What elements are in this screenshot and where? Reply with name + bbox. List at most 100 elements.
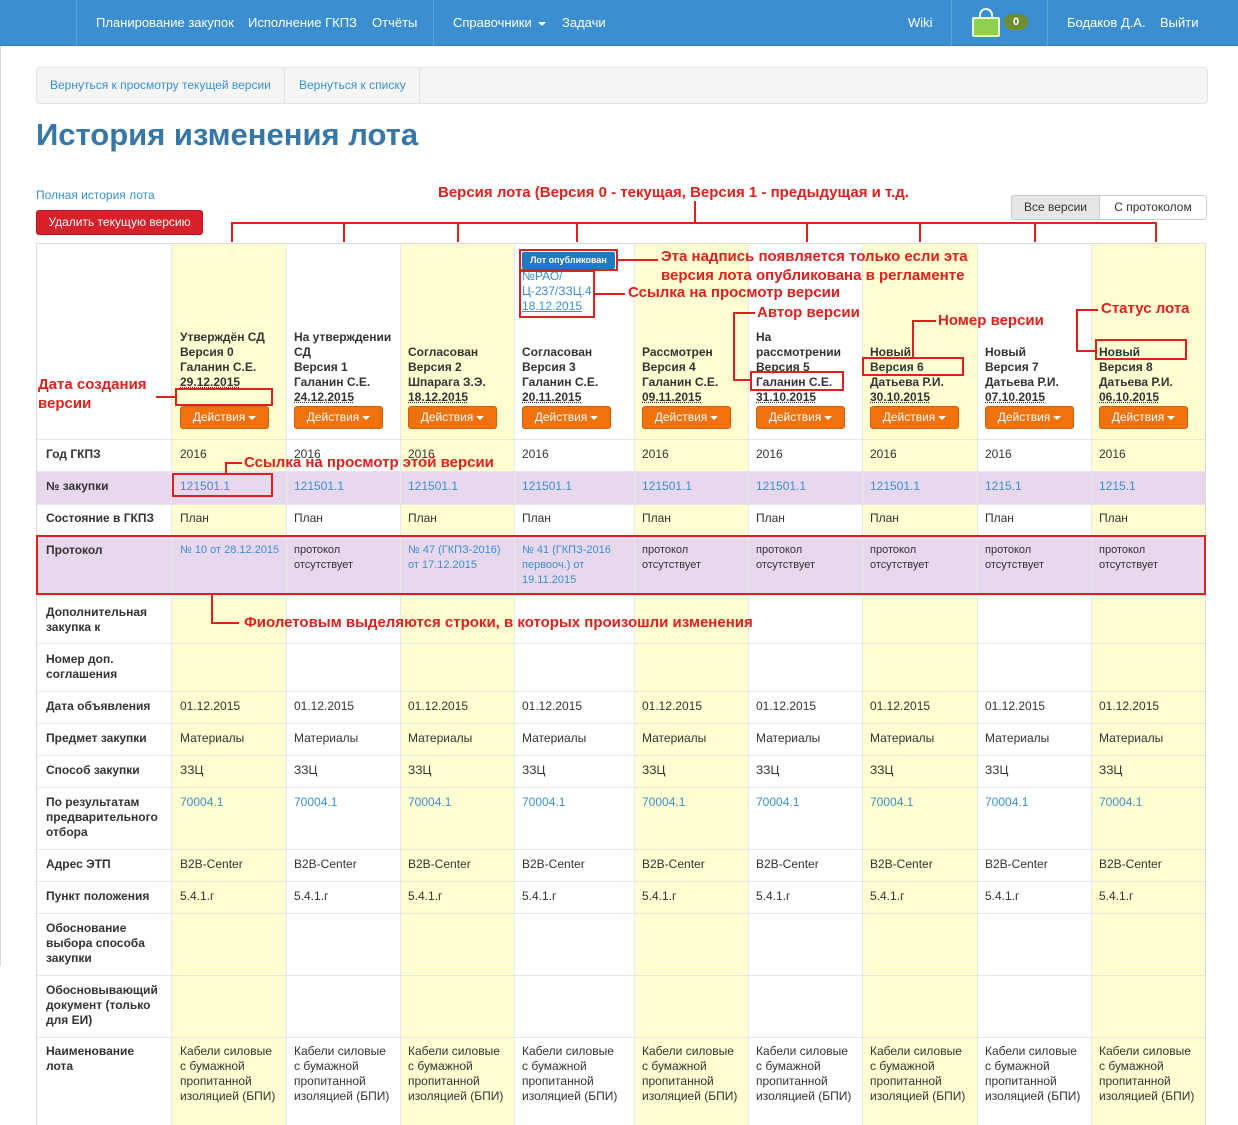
version-number: Версия 0 — [180, 345, 234, 359]
cell-method: ЗЗЦ — [522, 763, 546, 777]
grid-line — [171, 244, 172, 1125]
annotation-box — [1095, 339, 1187, 360]
cell-preselection[interactable]: 70004.1 — [522, 795, 622, 810]
grid-line — [514, 244, 515, 1125]
cell-purchase-no[interactable]: 1215.1 — [1099, 479, 1199, 494]
actions-button-label: Действия — [306, 410, 360, 424]
cell-year: 2016 — [985, 447, 1012, 461]
back-to-current-version-link[interactable]: Вернуться к просмотру текущей версии — [37, 68, 285, 103]
version-date[interactable]: 30.10.2015 — [870, 390, 930, 404]
cell-subject: Материалы — [985, 731, 1050, 745]
cell-preselection[interactable]: 70004.1 — [294, 795, 394, 810]
cell-purchase-no[interactable]: 121501.1 — [522, 479, 622, 494]
back-to-list-link[interactable]: Вернуться к списку — [286, 68, 420, 103]
cell-purchase-no[interactable]: 1215.1 — [985, 479, 1085, 494]
cell-state: План — [870, 511, 899, 525]
annotation-row-link: Ссылка на просмотр этой версии — [244, 454, 494, 471]
row-label-clause: Пункт положения — [46, 889, 150, 903]
row-label-subject: Предмет закупки — [46, 731, 147, 745]
actions-button[interactable]: Действия — [756, 406, 845, 429]
annotation-bracket — [576, 222, 578, 242]
actions-button[interactable]: Действия — [408, 406, 497, 429]
cell-state: План — [408, 511, 437, 525]
annotation-box — [519, 270, 595, 318]
grid-line — [400, 244, 401, 1125]
actions-button[interactable]: Действия — [294, 406, 383, 429]
grid-line — [37, 471, 1205, 472]
cell-preselection[interactable]: 70004.1 — [408, 795, 508, 810]
cell-announce-date: 01.12.2015 — [522, 699, 583, 713]
annotation-bracket — [919, 222, 921, 242]
annotation-view-link: Ссылка на просмотр версии — [628, 284, 841, 301]
version-date[interactable]: 06.10.2015 — [1099, 390, 1159, 404]
logout-link[interactable]: Выйти — [1160, 15, 1199, 30]
nav-item-reports[interactable]: Отчёты — [372, 15, 417, 30]
cell-preselection[interactable]: 70004.1 — [642, 795, 742, 810]
cell-clause: 5.4.1.г — [870, 889, 905, 903]
version-date[interactable]: 24.12.2015 — [294, 390, 354, 404]
version-author: Галанин С.Е. — [294, 375, 371, 389]
actions-button[interactable]: Действия — [985, 406, 1074, 429]
grid-line — [37, 691, 1205, 692]
cell-purchase-no[interactable]: 121501.1 — [642, 479, 742, 494]
version-date[interactable]: 20.11.2015 — [522, 390, 581, 404]
cell-method: ЗЗЦ — [985, 763, 1009, 777]
annotation-version-header: Версия лота (Версия 0 - текущая, Версия … — [438, 184, 909, 201]
nav-item-tasks[interactable]: Задачи — [562, 15, 606, 30]
grid-line — [286, 244, 287, 1125]
cell-subject: Материалы — [408, 731, 473, 745]
nav-item-directories[interactable]: Справочники — [453, 15, 546, 30]
actions-button[interactable]: Действия — [522, 406, 611, 429]
annotation-created-date: Дата создания — [38, 376, 147, 393]
actions-button-label: Действия — [997, 410, 1051, 424]
row-label-etp: Адрес ЭТП — [46, 857, 111, 871]
version-status: На утверждении СД — [294, 330, 392, 359]
version-date[interactable]: 07.10.2015 — [985, 390, 1045, 404]
version-date[interactable]: 29.12.2015 — [180, 375, 240, 389]
actions-button[interactable]: Действия — [180, 406, 269, 429]
cell-preselection[interactable]: 70004.1 — [870, 795, 970, 810]
version-date[interactable]: 18.12.2015 — [408, 390, 468, 404]
nav-item-wiki[interactable]: Wiki — [908, 15, 933, 30]
cell-purchase-no[interactable]: 121501.1 — [408, 479, 508, 494]
user-name[interactable]: Бодаков Д.А. — [1067, 15, 1146, 30]
nav-item-execution[interactable]: Исполнение ГКПЗ — [248, 15, 357, 30]
annotation-pointer — [156, 396, 176, 398]
grid-line — [37, 504, 1205, 505]
cell-lot-name: Кабели силовые с бумажной пропитанной из… — [522, 1044, 618, 1103]
cell-purchase-no[interactable]: 121501.1 — [870, 479, 970, 494]
cart-icon[interactable] — [972, 6, 1006, 37]
cell-clause: 5.4.1.г — [642, 889, 677, 903]
row-label-agreement: Номер доп. соглашения — [46, 652, 118, 681]
version-date[interactable]: 09.11.2015 — [642, 390, 701, 404]
full-history-link[interactable]: Полная история лота — [36, 188, 155, 202]
cell-etp: B2B-Center — [985, 857, 1048, 871]
version-date[interactable]: 31.10.2015 — [756, 390, 816, 404]
actions-button[interactable]: Действия — [1099, 406, 1188, 429]
actions-button[interactable]: Действия — [642, 406, 731, 429]
delete-version-button[interactable]: Удалить текущую версию — [36, 210, 203, 235]
cell-method: ЗЗЦ — [1099, 763, 1123, 777]
cell-preselection[interactable]: 70004.1 — [1099, 795, 1199, 810]
cell-clause: 5.4.1.г — [985, 889, 1020, 903]
cell-announce-date: 01.12.2015 — [642, 699, 703, 713]
cell-preselection[interactable]: 70004.1 — [985, 795, 1085, 810]
cell-purchase-no[interactable]: 121501.1 — [294, 479, 394, 494]
cell-preselection[interactable]: 70004.1 — [180, 795, 280, 810]
nav-divider — [433, 0, 434, 46]
row-label-lot-name: Наименование лота — [46, 1044, 135, 1073]
cell-purchase-no[interactable]: 121501.1 — [756, 479, 856, 494]
all-versions-toggle[interactable]: Все версии — [1011, 195, 1100, 220]
cell-clause: 5.4.1.г — [756, 889, 791, 903]
cell-preselection[interactable]: 70004.1 — [756, 795, 856, 810]
nav-item-planning[interactable]: Планирование закупок — [96, 15, 234, 30]
annotation-bracket — [457, 222, 459, 242]
annotation-pointer — [1076, 309, 1078, 352]
grid-line — [862, 244, 863, 1125]
annotation-published-note: Эта надпись появляется только если эта — [661, 248, 968, 265]
with-protocol-toggle[interactable]: С протоколом — [1099, 195, 1207, 220]
cell-clause: 5.4.1.г — [408, 889, 443, 903]
actions-button[interactable]: Действия — [870, 406, 959, 429]
page-title: История изменения лота — [36, 117, 419, 152]
annotation-pointer — [912, 320, 914, 358]
